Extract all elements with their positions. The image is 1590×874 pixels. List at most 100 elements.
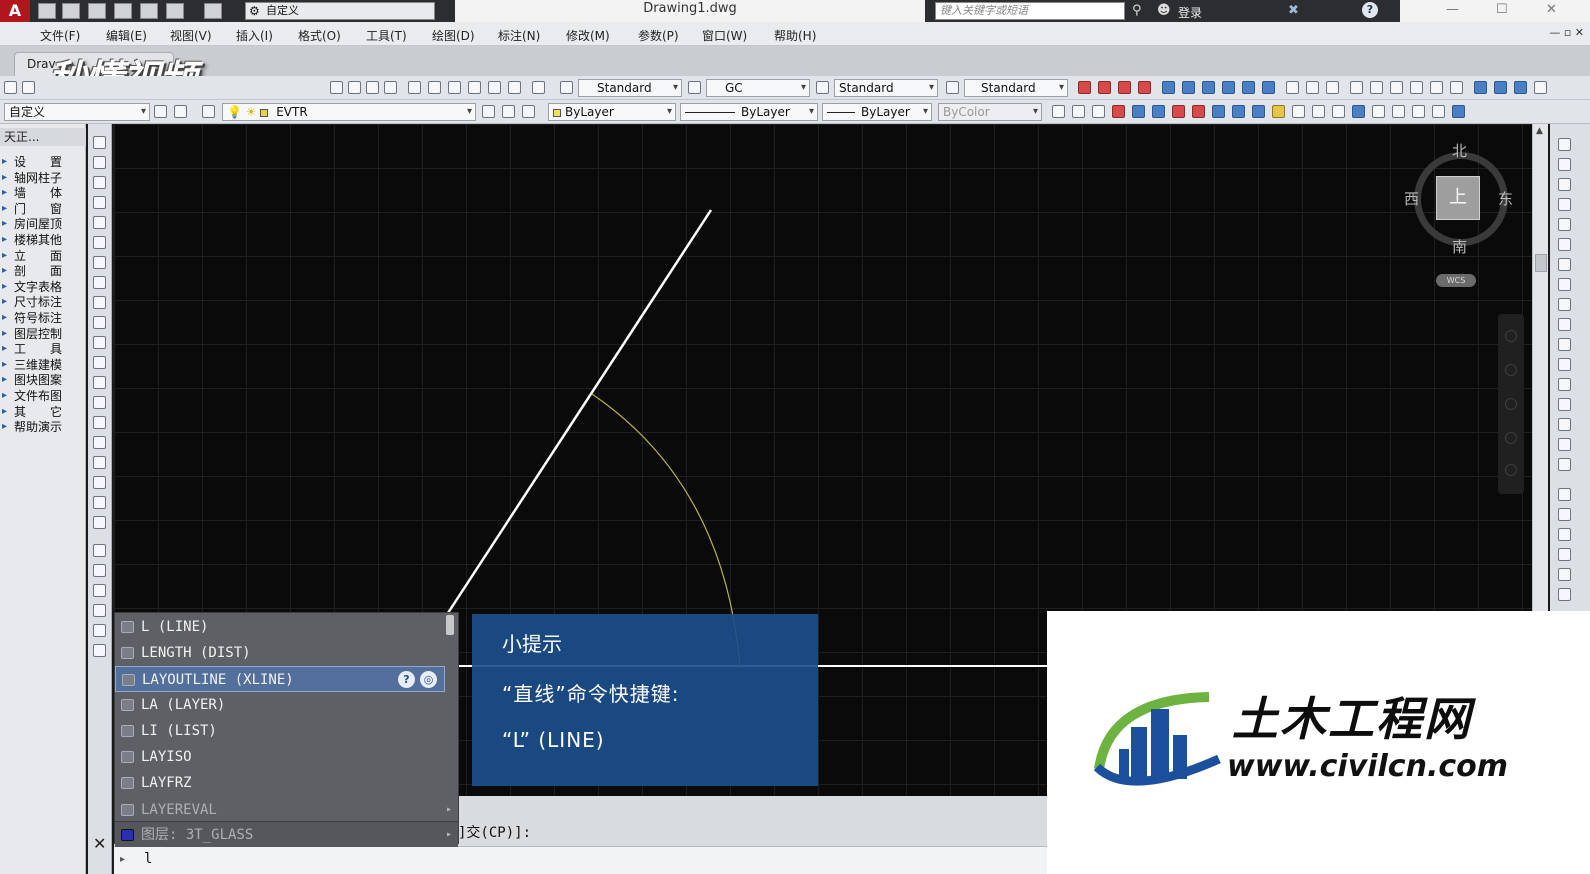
gradient-icon[interactable] bbox=[93, 436, 106, 449]
autocomplete-item[interactable]: LI (LIST) bbox=[115, 718, 445, 744]
user-icon[interactable]: ☻ bbox=[1157, 3, 1171, 18]
tianzheng-menu-item[interactable]: 工 具 bbox=[0, 341, 86, 357]
geolocation-icon[interactable] bbox=[93, 544, 106, 557]
tianzheng-menu-item[interactable]: 符号标注 bbox=[0, 310, 86, 326]
tool-palettes-icon[interactable] bbox=[448, 81, 461, 94]
circle-icon[interactable] bbox=[93, 256, 106, 269]
minimize-icon[interactable]: — bbox=[1446, 2, 1459, 17]
menu-tools[interactable]: 工具(T) bbox=[366, 27, 407, 44]
search-input[interactable]: 键入关键字或短语 bbox=[935, 2, 1125, 20]
design-center-icon[interactable] bbox=[428, 81, 441, 94]
mtext-icon[interactable] bbox=[93, 496, 106, 509]
polyline-icon[interactable] bbox=[93, 176, 106, 189]
break-at-point-icon[interactable] bbox=[1558, 358, 1571, 371]
insert-block-icon[interactable] bbox=[93, 356, 106, 369]
ellipse-icon[interactable] bbox=[93, 316, 106, 329]
join-icon[interactable] bbox=[1558, 398, 1571, 411]
tianzheng-menu-item[interactable]: 文件布图 bbox=[0, 388, 86, 404]
undo-icon[interactable] bbox=[166, 3, 184, 19]
multileader-style-dropdown[interactable]: Standard bbox=[964, 79, 1068, 97]
array-icon[interactable] bbox=[1558, 218, 1571, 231]
construction-line-icon[interactable] bbox=[93, 156, 106, 169]
layer-manager-icon[interactable] bbox=[202, 105, 215, 118]
dim-arc-icon[interactable] bbox=[1118, 81, 1131, 94]
offset-icon[interactable] bbox=[1558, 198, 1571, 211]
dim-jogged-icon[interactable] bbox=[1182, 81, 1195, 94]
zoom-nav-icon[interactable] bbox=[1505, 398, 1517, 410]
tianzheng-menu-item[interactable]: 其 它 bbox=[0, 404, 86, 420]
command-line-close-icon[interactable]: ✕ bbox=[93, 834, 106, 853]
tz-right-f-icon[interactable] bbox=[1558, 588, 1571, 601]
dim-aligned-icon[interactable] bbox=[1098, 81, 1111, 94]
orbit-nav-icon[interactable] bbox=[1505, 432, 1517, 444]
menu-view[interactable]: 视图(V) bbox=[170, 27, 212, 44]
menu-insert[interactable]: 插入(I) bbox=[236, 27, 273, 44]
workspace-switch-dropdown[interactable]: 自定义 bbox=[4, 103, 150, 121]
tz-tool1-icon[interactable] bbox=[1052, 105, 1065, 118]
multileader-style-icon[interactable] bbox=[946, 81, 959, 94]
polygon-icon[interactable] bbox=[93, 196, 106, 209]
dim-text-edit-icon[interactable] bbox=[1450, 81, 1463, 94]
command-help-icon[interactable]: ? bbox=[398, 671, 415, 688]
tz-target-icon[interactable] bbox=[1432, 105, 1445, 118]
layer-previous-icon[interactable] bbox=[502, 105, 515, 118]
rotate-modify-icon[interactable] bbox=[1558, 258, 1571, 271]
add-selected-icon[interactable] bbox=[93, 516, 106, 529]
menu-dimension[interactable]: 标注(N) bbox=[498, 27, 540, 44]
viewcube[interactable]: 上 北 南 西 东 bbox=[1404, 142, 1516, 257]
tz-right-c-icon[interactable] bbox=[1558, 528, 1571, 541]
fillet-icon[interactable] bbox=[1558, 438, 1571, 451]
ellipse-arc-icon[interactable] bbox=[93, 336, 106, 349]
revcloud-icon[interactable] bbox=[93, 276, 106, 289]
properties-icon[interactable] bbox=[408, 81, 421, 94]
tz-tool-b-icon[interactable] bbox=[93, 584, 106, 597]
new-file-icon[interactable] bbox=[38, 3, 56, 19]
dim-ordinate-icon[interactable] bbox=[1138, 81, 1151, 94]
stretch-icon[interactable] bbox=[1558, 298, 1571, 311]
tianzheng-menu-item[interactable]: 墙 体 bbox=[0, 185, 86, 201]
make-block-icon[interactable] bbox=[93, 376, 106, 389]
save-icon[interactable] bbox=[88, 3, 106, 19]
tolerance-icon[interactable] bbox=[1350, 81, 1363, 94]
tz-tool-d-icon[interactable] bbox=[93, 624, 106, 637]
tianzheng-panel-title[interactable]: 天正... bbox=[0, 128, 86, 146]
wcs-menu[interactable]: WCS bbox=[1436, 274, 1476, 287]
tz-right-a-icon[interactable] bbox=[1558, 488, 1571, 501]
autocomplete-item[interactable]: L (LINE) bbox=[115, 614, 445, 640]
customize-icon[interactable] bbox=[174, 105, 187, 118]
tz-grid-icon[interactable] bbox=[1112, 105, 1125, 118]
menu-edit[interactable]: 编辑(E) bbox=[106, 27, 147, 44]
open-icon[interactable] bbox=[22, 81, 35, 94]
scale-icon[interactable] bbox=[1558, 278, 1571, 291]
compass-north[interactable]: 北 bbox=[1452, 140, 1467, 161]
dim-linear-icon[interactable] bbox=[1078, 81, 1091, 94]
make-current-icon[interactable] bbox=[482, 105, 495, 118]
tz-tool3-icon[interactable] bbox=[1092, 105, 1105, 118]
tianzheng-menu-item[interactable]: 帮助演示 bbox=[0, 419, 86, 435]
jogged-linear-icon[interactable] bbox=[1410, 81, 1423, 94]
autocomplete-item[interactable]: LENGTH (DIST) bbox=[115, 640, 445, 666]
doc-window-controls[interactable]: — ▫ ✕ bbox=[1549, 26, 1584, 39]
maximize-icon[interactable]: ☐ bbox=[1496, 2, 1508, 17]
tz-right-d-icon[interactable] bbox=[1558, 548, 1571, 561]
zoom-window-icon[interactable] bbox=[366, 81, 379, 94]
extend-icon[interactable] bbox=[1558, 338, 1571, 351]
table-style-icon[interactable] bbox=[816, 81, 829, 94]
menu-format[interactable]: 格式(O) bbox=[298, 27, 341, 44]
autocomplete-item[interactable]: LAYISO bbox=[115, 744, 445, 770]
zoom-previous-icon[interactable] bbox=[384, 81, 397, 94]
tianzheng-menu-item[interactable]: 设 置 bbox=[0, 154, 86, 170]
tianzheng-menu-item[interactable]: 楼梯其他 bbox=[0, 232, 86, 248]
scroll-up-icon[interactable]: ▲ bbox=[1536, 126, 1543, 136]
compass-south[interactable]: 南 bbox=[1452, 236, 1467, 257]
pan-icon[interactable] bbox=[330, 81, 343, 94]
move-icon[interactable] bbox=[1494, 81, 1507, 94]
binoculars-icon[interactable]: ⚲ bbox=[1132, 3, 1142, 18]
tz-text-icon[interactable] bbox=[1312, 105, 1325, 118]
tz-right-e-icon[interactable] bbox=[1558, 568, 1571, 581]
help-icon[interactable]: ? bbox=[1362, 2, 1378, 18]
tz-stair-icon[interactable] bbox=[1232, 105, 1245, 118]
plotstyle-dropdown[interactable]: ByColor bbox=[938, 103, 1042, 121]
compass-west[interactable]: 西 bbox=[1404, 188, 1419, 209]
hatch-icon[interactable] bbox=[93, 416, 106, 429]
